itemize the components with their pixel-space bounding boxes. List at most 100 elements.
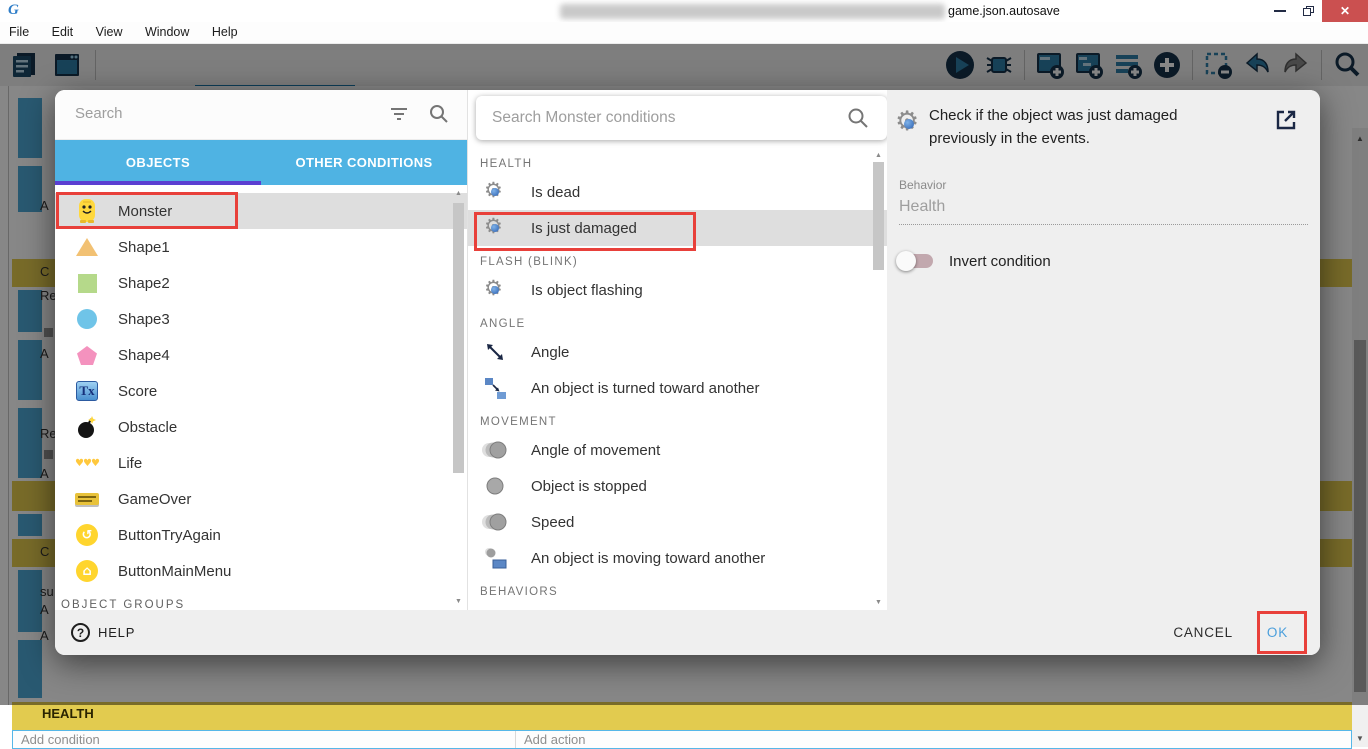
condition-details-panel: ⚙ Check if the object was just damaged p… xyxy=(887,90,1320,610)
scroll-up-icon[interactable]: ▲ xyxy=(452,190,465,197)
cancel-button[interactable]: CANCEL xyxy=(1173,625,1233,640)
object-row-gameover[interactable]: GameOver xyxy=(55,481,467,517)
menu-window[interactable]: Window xyxy=(136,22,198,39)
invert-condition-toggle[interactable] xyxy=(896,251,933,271)
toggle-knob xyxy=(896,251,916,271)
blue-circle-icon xyxy=(75,309,99,329)
comment-row-health xyxy=(12,702,1352,730)
object-row-shape4[interactable]: Shape4 xyxy=(55,337,467,373)
condition-row-is-just-damaged[interactable]: ⚙ Is just damaged xyxy=(468,210,887,246)
behavior-gear-icon: ⚙ xyxy=(480,276,510,301)
condition-label: Angle of movement xyxy=(531,441,661,459)
scroll-up-icon[interactable]: ▲ xyxy=(872,152,885,159)
filter-icon[interactable] xyxy=(389,106,409,127)
scroll-down-icon[interactable]: ▼ xyxy=(1352,734,1368,743)
add-condition-button[interactable]: Add condition xyxy=(13,731,516,748)
object-row-score[interactable]: Tx Score xyxy=(55,373,467,409)
object-search-input[interactable]: Search xyxy=(55,90,467,140)
condition-label: An object is turned toward another xyxy=(531,379,760,397)
search-icon[interactable] xyxy=(847,107,869,134)
object-row-shape1[interactable]: Shape1 xyxy=(55,229,467,265)
diagonal-arrow-icon xyxy=(480,341,510,363)
retry-button-icon: ↺ xyxy=(75,524,99,546)
behavior-field-label: Behavior xyxy=(899,178,947,192)
gdevelop-logo-icon: G xyxy=(8,2,19,18)
object-row-buttonmainmenu[interactable]: ⌂ ButtonMainMenu xyxy=(55,553,467,589)
behavior-gear-icon: ⚙ xyxy=(480,214,510,239)
condition-row-is-object-flashing[interactable]: ⚙ Is object flashing xyxy=(468,272,887,308)
minimize-icon xyxy=(1274,10,1286,12)
orange-triangle-icon xyxy=(75,238,99,256)
object-row-buttontryagain[interactable]: ↺ ButtonTryAgain xyxy=(55,517,467,553)
behavior-field-value[interactable]: Health xyxy=(899,198,945,216)
object-row-life[interactable]: ♥♥♥ Life xyxy=(55,445,467,481)
object-label: Shape3 xyxy=(118,310,170,328)
condition-row-speed[interactable]: Speed xyxy=(468,504,887,540)
object-row-obstacle[interactable]: Obstacle xyxy=(55,409,467,445)
conditions-panel: Search Monster conditions HEALTH ⚙ Is de… xyxy=(467,90,887,610)
section-header-angle: ANGLE xyxy=(480,318,526,330)
condition-row-is-dead[interactable]: ⚙ Is dead xyxy=(468,174,887,210)
behavior-gear-icon: ⚙ xyxy=(480,178,510,203)
condition-label: Is just damaged xyxy=(531,219,637,237)
monster-sprite-icon xyxy=(75,197,99,225)
open-help-external-icon[interactable] xyxy=(1274,108,1298,137)
condition-list-scrollbar[interactable]: ▲ ▼ xyxy=(872,148,885,610)
object-label: GameOver xyxy=(118,490,192,508)
object-row-shape3[interactable]: Shape3 xyxy=(55,301,467,337)
condition-row-turned-toward[interactable]: An object is turned toward another xyxy=(468,370,887,406)
object-list: Monster Shape1 Shape2 Shape3 Shape4 Tx S… xyxy=(55,185,467,610)
hearts-icon: ♥♥♥ xyxy=(75,457,100,469)
window-title-redacted xyxy=(560,4,945,19)
add-action-button[interactable]: Add action xyxy=(516,731,1351,748)
condition-scrollbar-thumb[interactable] xyxy=(873,162,884,270)
condition-label: Speed xyxy=(531,513,575,531)
close-button[interactable]: ✕ xyxy=(1322,0,1368,22)
object-label: Shape4 xyxy=(118,346,170,364)
tab-other-conditions[interactable]: OTHER CONDITIONS xyxy=(261,140,467,185)
condition-label: Angle xyxy=(531,343,570,361)
search-icon[interactable] xyxy=(429,104,449,129)
motion-circles-icon xyxy=(480,440,510,460)
pink-pentagon-icon xyxy=(75,345,99,366)
scroll-down-icon[interactable]: ▼ xyxy=(872,599,885,606)
invert-condition-label: Invert condition xyxy=(949,252,1051,270)
condition-row-angle[interactable]: Angle xyxy=(468,334,887,370)
object-list-scrollbar[interactable]: ▲ ▼ xyxy=(452,185,465,610)
object-row-monster[interactable]: Monster xyxy=(55,193,467,229)
menu-view[interactable]: View xyxy=(87,22,132,39)
scroll-down-icon[interactable]: ▼ xyxy=(452,598,465,605)
help-button[interactable]: ? HELP xyxy=(71,623,135,642)
objects-panel: Search OBJECTS OTHER CONDITIONS Monster … xyxy=(55,90,467,610)
tab-objects[interactable]: OBJECTS xyxy=(55,140,261,185)
object-label: ButtonMainMenu xyxy=(118,562,232,580)
object-search-placeholder: Search xyxy=(75,105,123,122)
behavior-gear-icon: ⚙ xyxy=(895,106,923,143)
object-scrollbar-thumb[interactable] xyxy=(453,203,464,473)
condition-row-moving-toward[interactable]: An object is moving toward another xyxy=(468,540,887,576)
condition-search-placeholder: Search Monster conditions xyxy=(492,109,676,126)
green-square-icon xyxy=(75,273,99,293)
restore-button[interactable] xyxy=(1294,0,1322,22)
menu-file[interactable]: File xyxy=(0,22,38,39)
moving-toward-icon xyxy=(480,546,510,570)
condition-row-angle-of-movement[interactable]: Angle of movement xyxy=(468,432,887,468)
home-button-icon: ⌂ xyxy=(75,560,99,582)
window-title: game.json.autosave xyxy=(948,4,1060,18)
object-label: ButtonTryAgain xyxy=(118,526,221,544)
question-mark-icon: ? xyxy=(71,623,90,642)
object-row-shape2[interactable]: Shape2 xyxy=(55,265,467,301)
bomb-icon xyxy=(75,415,99,439)
menu-help[interactable]: Help xyxy=(203,22,247,39)
condition-label: Is object flashing xyxy=(531,281,643,299)
motion-circles-icon xyxy=(480,512,510,532)
window-titlebar: G game.json.autosave ✕ xyxy=(0,0,1368,22)
minimize-button[interactable] xyxy=(1266,0,1294,22)
object-label: Score xyxy=(118,382,158,400)
condition-search-input[interactable]: Search Monster conditions xyxy=(476,96,887,140)
ok-button[interactable]: OK xyxy=(1267,625,1288,640)
object-label: Obstacle xyxy=(118,418,178,436)
stopped-circle-icon xyxy=(480,476,510,496)
menu-edit[interactable]: Edit xyxy=(43,22,83,39)
condition-row-object-is-stopped[interactable]: Object is stopped xyxy=(468,468,887,504)
